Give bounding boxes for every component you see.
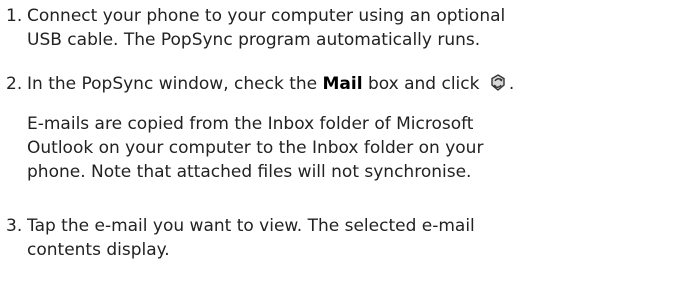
text-line: In the PopSync window, check the Mail bo… xyxy=(27,72,671,96)
text-suffix: box and click xyxy=(362,74,485,94)
text-line: contents display. xyxy=(27,240,170,260)
step-number: 2. xyxy=(6,74,23,94)
step-text: In the PopSync window, check the Mail bo… xyxy=(27,72,671,96)
instruction-document: 1. Connect your phone to your computer u… xyxy=(0,0,673,281)
text-prefix: In the PopSync window, check the xyxy=(27,74,323,94)
sync-icon xyxy=(491,74,505,91)
step-text: Tap the e-mail you want to view. The sel… xyxy=(27,214,671,262)
step-text: Connect your phone to your computer usin… xyxy=(27,4,671,52)
step-number: 3. xyxy=(6,216,23,236)
note-line: phone. Note that attached files will not… xyxy=(27,162,472,182)
note-line: Outlook on your computer to the Inbox fo… xyxy=(27,138,484,158)
mail-label: Mail xyxy=(322,74,363,94)
text-line: Connect your phone to your computer usin… xyxy=(27,6,506,26)
note-line: E-mails are copied from the Inbox folder… xyxy=(27,114,474,134)
text-end: . xyxy=(508,74,515,94)
text-line: USB cable. The PopSync program automatic… xyxy=(27,30,481,50)
step-2-note: E-mails are copied from the Inbox folder… xyxy=(27,112,667,184)
text-line: Tap the e-mail you want to view. The sel… xyxy=(27,216,475,236)
step-number: 1. xyxy=(6,6,23,26)
